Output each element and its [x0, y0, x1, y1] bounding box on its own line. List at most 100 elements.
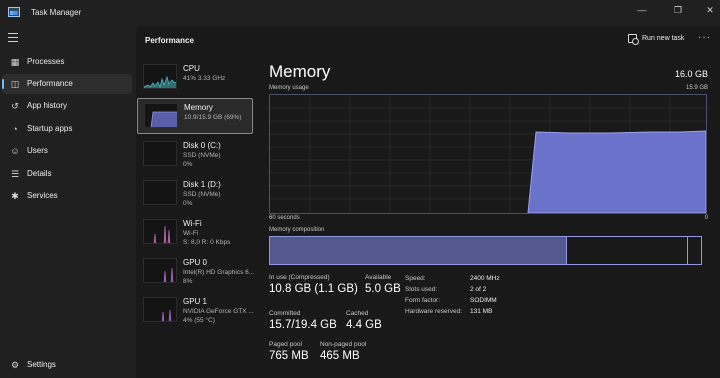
stat-label: Non-paged pool [320, 341, 367, 348]
title-bar: Task Manager — ❐ ✕ [0, 0, 720, 26]
close-button[interactable]: ✕ [700, 3, 720, 17]
memory-usage-label: Memory usage [269, 85, 309, 91]
stat-available: Available 5.0 GB [365, 274, 401, 295]
spec-slots-value: 2 of 2 [470, 286, 487, 293]
minimize-button[interactable]: — [632, 3, 652, 17]
spec-form-factor-value: SODIMM [470, 297, 497, 304]
device-detail: Wi-Fi [183, 230, 199, 237]
device-name: GPU 1 [183, 297, 208, 306]
stat-value: 10.8 GB (1.1 GB) [269, 283, 358, 295]
device-wifi[interactable]: Wi-Fi Wi-Fi S: 8.0 R: 0 Kbps [137, 215, 253, 251]
memory-total: 16.0 GB [674, 69, 708, 79]
puzzle-icon: ✱ [11, 191, 19, 201]
gpu-0-thumbnail-graph [143, 258, 177, 283]
composition-cached-segment[interactable] [567, 237, 688, 264]
device-detail: NVIDIA GeForce GTX ... [183, 308, 254, 315]
spec-hardware-reserved-key: Hardware reserved: [405, 308, 463, 315]
stat-non-paged-pool: Non-paged pool 465 MB [320, 341, 366, 362]
device-name: Wi-Fi [183, 219, 202, 228]
memory-usage-graph [269, 94, 707, 214]
device-gpu-1[interactable]: GPU 1 NVIDIA GeForce GTX ... 4% (55 °C) [137, 293, 254, 329]
sidebar-item-label: Users [27, 146, 48, 155]
device-memory[interactable]: Memory 10.9/15.9 GB (69%) [137, 98, 253, 134]
pulse-icon: ◫ [10, 79, 20, 89]
memory-detail-panel: Memory 16.0 GB Memory usage 15.9 GB 60 s… [266, 60, 716, 378]
memory-title: Memory [269, 62, 331, 81]
device-gpu-0[interactable]: GPU 0 Intel(R) HD Graphics 6... 8% [137, 254, 255, 290]
run-task-icon [628, 34, 639, 45]
device-name: CPU [183, 64, 200, 73]
page-title: Performance [145, 36, 194, 45]
stat-in-use: In use (Compressed) 10.8 GB (1.1 GB) [269, 274, 358, 295]
spec-speed-value: 2400 MHz [470, 275, 500, 282]
content-area: Performance Run new task ··· CPU 41% 3.3… [136, 26, 720, 378]
device-detail: 41% 3.33 GHz [183, 75, 226, 82]
sidebar-item-app-history[interactable]: ↺ App history [2, 96, 132, 116]
disk-0-thumbnail-graph [143, 141, 177, 166]
memory-composition-label: Memory composition [269, 227, 325, 233]
window-title: Task Manager [31, 8, 82, 17]
stat-label: Available [365, 274, 392, 281]
stat-value: 765 MB [269, 350, 309, 362]
gear-icon: ⚙ [10, 360, 20, 370]
run-new-task-label: Run new task [642, 35, 685, 42]
device-usage: 4% (55 °C) [183, 317, 215, 324]
spec-speed-key: Speed: [405, 275, 426, 282]
device-usage: S: 8.0 R: 0 Kbps [183, 239, 231, 246]
memory-thumbnail-graph [144, 103, 178, 128]
device-usage: 0% [183, 161, 193, 168]
gpu-1-thumbnail-graph [143, 297, 177, 322]
composition-in-use-segment[interactable] [270, 237, 567, 264]
sidebar-item-details[interactable]: ☰ Details [2, 164, 132, 184]
sidebar-item-label: Services [27, 191, 58, 200]
graph-axis-end: 0 [704, 215, 708, 221]
device-detail: SSD (NVMe) [183, 191, 221, 198]
hamburger-menu-icon[interactable] [8, 33, 18, 42]
stat-cached: Cached 4.4 GB [346, 310, 382, 331]
sidebar-item-users[interactable]: ☺ Users [2, 141, 132, 161]
sidebar-item-performance[interactable]: ◫ Performance [2, 74, 132, 94]
device-list: CPU 41% 3.33 GHz Memory 10.9/15.9 GB (69… [136, 60, 260, 378]
device-cpu[interactable]: CPU 41% 3.33 GHz [137, 60, 253, 96]
sidebar-item-startup-apps[interactable]: ◔ Startup apps [2, 119, 132, 139]
sidebar-item-services[interactable]: ✱ Services [2, 186, 132, 206]
device-name: GPU 0 [183, 258, 208, 267]
device-usage: 8% [183, 278, 193, 285]
grid-icon: ▦ [10, 57, 20, 67]
task-manager-app-icon [8, 7, 20, 17]
sidebar-item-label: Startup apps [27, 124, 73, 133]
device-disk-0[interactable]: Disk 0 (C:) SSD (NVMe) 0% [137, 137, 253, 173]
sidebar-item-label: Processes [27, 57, 65, 66]
wifi-thumbnail-graph [143, 219, 177, 244]
speedometer-icon: ◔ [12, 124, 18, 134]
sidebar-item-label: Settings [27, 360, 56, 369]
device-name: Disk 0 (C:) [183, 141, 221, 150]
memory-usage-area [527, 130, 706, 213]
stat-label: In use (Compressed) [269, 274, 330, 281]
device-disk-1[interactable]: Disk 1 (D:) SSD (NVMe) 0% [137, 176, 253, 212]
stat-label: Paged pool [269, 341, 302, 348]
stat-value: 15.7/19.4 GB [269, 319, 337, 331]
device-detail: Intel(R) HD Graphics 6... [183, 269, 255, 276]
restore-button[interactable]: ❐ [668, 3, 688, 17]
device-name: Disk 1 (D:) [183, 180, 221, 189]
sidebar-item-processes[interactable]: ▦ Processes [2, 52, 132, 72]
stat-paged-pool: Paged pool 765 MB [269, 341, 309, 362]
content-header: Performance Run new task ··· [136, 26, 720, 52]
memory-usage-max: 15.9 GB [685, 85, 708, 91]
stat-committed: Committed 15.7/19.4 GB [269, 310, 337, 331]
spec-form-factor-key: Form factor: [405, 297, 441, 304]
device-name: Memory [184, 103, 213, 112]
users-icon: ☺ [10, 146, 20, 156]
cpu-thumbnail-graph [143, 64, 177, 89]
device-detail: 10.9/15.9 GB (69%) [184, 114, 242, 121]
sidebar: ▦ Processes ◫ Performance ↺ App history … [0, 26, 136, 378]
sidebar-item-label: Performance [27, 79, 73, 88]
sidebar-item-settings[interactable]: ⚙ Settings [2, 355, 132, 375]
spec-slots-key: Slots used: [405, 286, 438, 293]
more-options-button[interactable]: ··· [698, 32, 711, 43]
memory-composition-bar [269, 236, 702, 265]
stat-label: Committed [269, 310, 301, 317]
stat-value: 5.0 GB [365, 283, 401, 295]
sidebar-item-label: Details [27, 169, 52, 178]
